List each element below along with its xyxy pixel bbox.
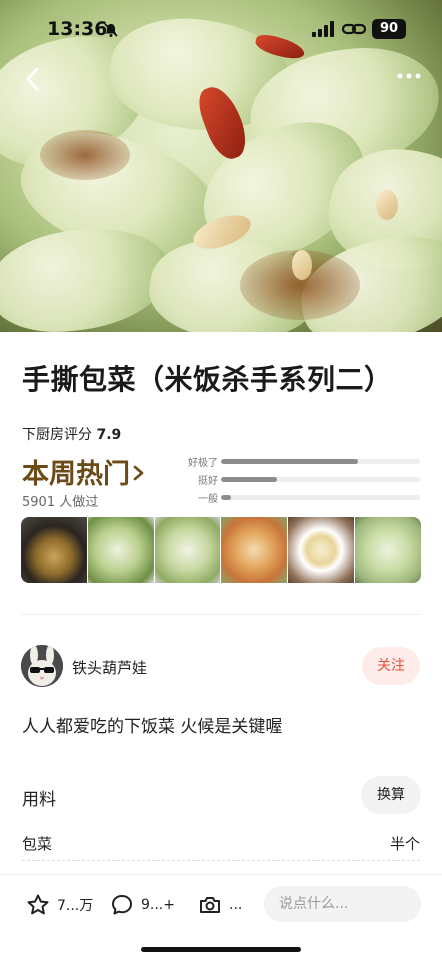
- rating-bar-fill: [221, 477, 277, 482]
- status-bar: 13:36 90: [0, 0, 442, 60]
- rating-bar-track: [221, 477, 420, 482]
- follow-button[interactable]: 关注: [362, 647, 420, 685]
- photo-label: ...: [229, 897, 243, 913]
- gallery-photo[interactable]: [153, 517, 221, 583]
- author-avatar[interactable]: [21, 645, 63, 687]
- rating-label: 好极了: [188, 458, 218, 469]
- rating-distribution: 好极了挺好一般: [188, 454, 420, 508]
- status-time: 13:36: [47, 18, 108, 40]
- upload-photo-button[interactable]: ...: [198, 890, 242, 920]
- comment-bubble-icon: [112, 895, 132, 915]
- convert-button[interactable]: 换算: [361, 776, 421, 814]
- rating-row: 好极了: [188, 454, 420, 472]
- gallery-photo[interactable]: [86, 517, 154, 583]
- comment-button[interactable]: 9...+: [110, 890, 175, 920]
- comment-count: 9...+: [141, 897, 175, 913]
- score-label-text: 下厨房评分: [22, 427, 92, 443]
- recipe-description: 人人都爱吃的下饭菜 火候是关键喔: [22, 717, 283, 737]
- rating-label: 一般: [198, 494, 218, 505]
- comment-input[interactable]: 说点什么...: [264, 886, 421, 922]
- chevron-right-icon: [133, 465, 144, 481]
- like-button[interactable]: 7...万: [26, 890, 93, 920]
- ingredient-name: 包菜: [22, 835, 53, 853]
- avatar-image: [21, 645, 63, 687]
- cellular-signal-icon: [312, 21, 334, 37]
- gallery-photo[interactable]: [21, 517, 87, 583]
- bottom-action-bar: 7...万 9...+ ... 说点什么...: [0, 874, 442, 960]
- weekly-hot-link[interactable]: 本周热门: [22, 452, 146, 491]
- recipe-title: 手撕包菜（米饭杀手系列二）: [22, 363, 393, 396]
- gallery-photo[interactable]: [287, 517, 355, 583]
- like-count: 7...万: [57, 898, 94, 914]
- ingredient-row: 包菜 半个: [22, 827, 420, 861]
- personal-hotspot-icon: [342, 23, 366, 35]
- gallery-photo[interactable]: [354, 517, 421, 583]
- cooked-photos-gallery[interactable]: [21, 517, 421, 583]
- section-divider: [22, 614, 420, 615]
- home-indicator: [141, 947, 301, 952]
- weekly-hot-label: 本周热门: [22, 459, 130, 490]
- battery-indicator: 90: [372, 19, 406, 39]
- ingredients-title: 用料: [22, 790, 56, 810]
- star-icon: [27, 894, 49, 915]
- more-options-icon[interactable]: [396, 72, 422, 80]
- camera-icon: [200, 897, 220, 913]
- rating-bar-fill: [221, 495, 231, 500]
- rating-row: 一般: [188, 490, 420, 508]
- rating-row: 挺好: [188, 472, 420, 490]
- rating-label: 挺好: [198, 476, 218, 487]
- score-label: 下厨房评分 7.9: [22, 424, 121, 444]
- back-arrow-icon[interactable]: [22, 64, 44, 94]
- author-name[interactable]: 铁头葫芦娃: [72, 657, 147, 678]
- rating-bar-track: [221, 495, 420, 500]
- gallery-photo[interactable]: [220, 517, 288, 583]
- score-value: 7.9: [96, 427, 122, 443]
- mute-bell-icon: [104, 23, 118, 37]
- ingredient-amount: 半个: [389, 835, 420, 853]
- made-count: 5901 人做过: [22, 495, 99, 510]
- rating-bar-fill: [221, 459, 359, 464]
- rating-bar-track: [221, 459, 420, 464]
